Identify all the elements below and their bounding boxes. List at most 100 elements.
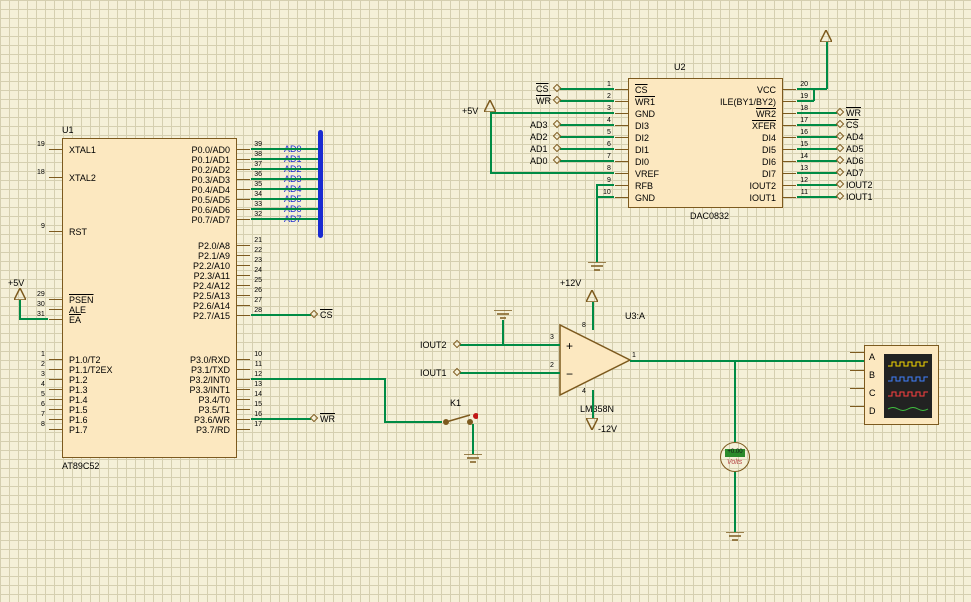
voltmeter[interactable]: +0.00 Volts — [720, 442, 750, 472]
k1-button[interactable] — [442, 410, 472, 426]
u2-lname-2: GND — [635, 109, 655, 119]
u1-rm-num-0: 21 — [254, 237, 262, 244]
u2-lnum-3: 4 — [607, 117, 611, 124]
u2-wr-net: WR — [536, 96, 551, 106]
volt-bot-v — [734, 472, 736, 532]
schematic-canvas[interactable]: U1 19XTAL1 18XTAL2 9RST 29PSEN 30ALE 31E… — [0, 0, 971, 602]
u1-lpin-num-2: 9 — [41, 223, 45, 230]
u1-rb-name-0: P3.0/RXD — [190, 355, 230, 365]
volt-top-v — [734, 360, 736, 442]
u2-rnum-4: 16 — [800, 129, 808, 136]
u3-pin-out: 1 — [632, 352, 636, 359]
u1-rb-num-5: 15 — [254, 401, 262, 408]
scope-pin-d — [850, 406, 864, 407]
scope-ch-b: B — [869, 370, 875, 380]
u1-lpin-name-p15: P1.5 — [69, 405, 88, 415]
u2-ad3-net: AD3 — [530, 120, 548, 130]
u1-lpin-num-8: 3 — [41, 371, 45, 378]
wave-blue — [886, 376, 930, 382]
u1-rm-name-0: P2.0/A8 — [198, 241, 230, 251]
u1-rm-num-2: 23 — [254, 257, 262, 264]
u2-ad4-net: AD4 — [846, 132, 864, 142]
power-arrow-12p — [586, 290, 598, 302]
scope-pin-c — [850, 388, 864, 389]
u1-lpin-num-7: 2 — [41, 361, 45, 368]
u1-rb-name-2: P3.2/INT0 — [189, 375, 230, 385]
u1-rt-num-2: 37 — [254, 161, 262, 168]
u1-rm-name-6: P2.6/A14 — [193, 301, 230, 311]
u2-rnum-9: 11 — [801, 189, 808, 196]
power-m12v-label: -12V — [598, 424, 617, 434]
u2-lname-1: WR1 — [635, 97, 655, 107]
u2-cs-term — [553, 84, 561, 92]
u2-gnd10-h — [596, 196, 614, 198]
u2-lnum-0: 1 — [607, 81, 611, 88]
u2-lnum-1: 2 — [607, 93, 611, 100]
u2-lnum-9: 10 — [603, 189, 611, 196]
power-5v-label-2: +5V — [462, 106, 478, 116]
u1-rb-name-4: P3.4/T0 — [198, 395, 230, 405]
power-5v-label-1: +5V — [8, 278, 24, 288]
scope-pin-b — [850, 370, 864, 371]
u1-lpin-num-0: 19 — [37, 141, 45, 148]
u2-iout1-net: IOUT1 — [846, 192, 873, 202]
u1-rm-name-5: P2.5/A13 — [193, 291, 230, 301]
u1-rb-name-6: P3.6/WR — [194, 415, 230, 425]
u2-rname-8: IOUT2 — [749, 181, 776, 191]
u2-lname-3: DI3 — [635, 121, 649, 131]
data-bus — [318, 130, 323, 238]
u2-rcs-term — [836, 120, 844, 128]
u1-lpin-name-p13: P1.3 — [69, 385, 88, 395]
u2-rcs-net: CS — [846, 120, 859, 130]
volt-label: Volts — [727, 459, 742, 466]
u2-wr-stub — [560, 100, 614, 102]
u1-rb-name-5: P3.5/T1 — [198, 405, 230, 415]
k1-int0-v — [384, 378, 386, 422]
scope-ch-c: C — [869, 388, 876, 398]
u2-iout1-stub — [797, 196, 837, 198]
u1-cs-stub — [251, 314, 311, 316]
u1-lpin-num-9: 4 — [41, 381, 45, 388]
u1-rt-name-0: P0.0/AD0 — [191, 145, 230, 155]
u2-ad2-stub — [560, 136, 614, 138]
power-arrow-u2vcc — [820, 30, 832, 42]
u2-cs-net: CS — [536, 84, 549, 94]
u2-chip[interactable]: 1CS 2WR1 3GND 4DI3 5DI2 6DI1 7DI0 8VREF … — [628, 78, 783, 208]
u1-chip[interactable]: 19XTAL1 18XTAL2 9RST 29PSEN 30ALE 31EA 1… — [62, 138, 237, 458]
u1-rm-name-3: P2.3/A11 — [194, 271, 230, 281]
u2-rname-5: DI5 — [762, 145, 776, 155]
u2-rwr-stub — [797, 112, 837, 114]
u2-gnd10-v — [596, 184, 598, 262]
u2-part: DAC0832 — [690, 211, 729, 221]
u2-rnum-0: 20 — [800, 81, 808, 88]
u2-lname-4: DI2 — [635, 133, 649, 143]
u3-pin-vp: 8 — [582, 322, 586, 329]
ground-k1 — [464, 454, 482, 464]
u2-ile-join — [813, 88, 815, 101]
u2-rname-2: WR2 — [756, 109, 776, 119]
u1-lpin-num-10: 5 — [41, 391, 45, 398]
oscilloscope[interactable]: A B C D — [864, 345, 939, 425]
u2-cs-stub — [560, 88, 614, 90]
u1-lpin-num-1: 18 — [37, 169, 45, 176]
u1-rm-name-7: P2.7/A15 — [193, 311, 230, 321]
u2-ad5-net: AD5 — [846, 144, 864, 154]
ground-u2 — [588, 262, 606, 272]
iout1-wire — [460, 372, 560, 374]
u1-rb-num-1: 11 — [255, 361, 262, 368]
u2-ad4-stub — [797, 136, 837, 138]
u1-rb-num-7: 17 — [254, 421, 262, 428]
bus-stub-6 — [251, 208, 318, 210]
u2-lname-0: CS — [635, 85, 648, 95]
u1-lpin-name-p17: P1.7 — [69, 425, 88, 435]
u2-ad0-term — [553, 156, 561, 164]
u1-rm-name-1: P2.1/A9 — [198, 251, 230, 261]
u2-ad7-net: AD7 — [846, 168, 864, 178]
power-arrow-1 — [14, 288, 26, 300]
u2-ad6-term — [836, 156, 844, 164]
scope-ch-d: D — [869, 406, 876, 416]
u1-rm-num-7: 28 — [254, 307, 262, 314]
u2-ad2-net: AD2 — [530, 132, 548, 142]
u1-rm-num-3: 24 — [254, 267, 262, 274]
u2-lname-6: DI0 — [635, 157, 649, 167]
